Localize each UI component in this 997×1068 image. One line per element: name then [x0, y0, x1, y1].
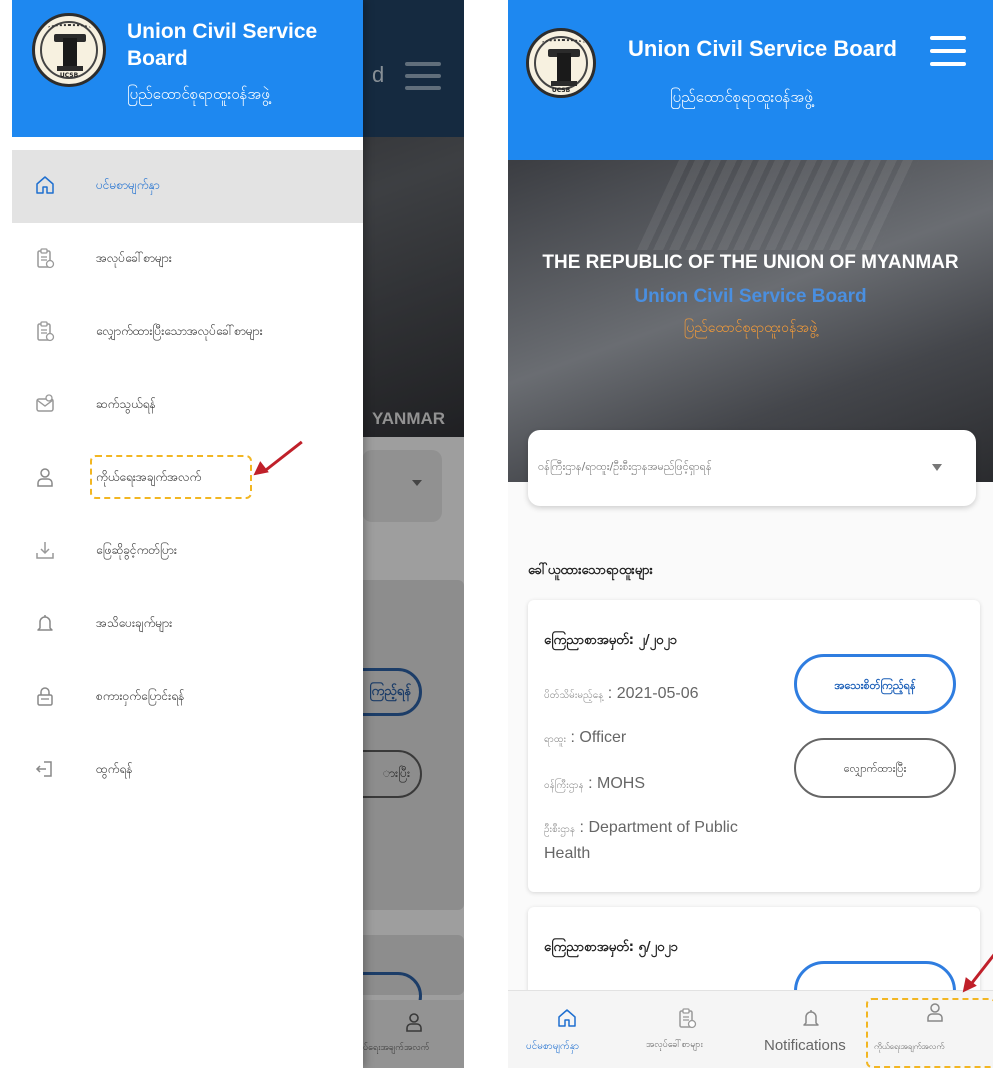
- applied-label: လျှောက်ထားပြီး: [843, 762, 907, 775]
- clipboard-icon: [34, 247, 58, 271]
- menu-item-job-calls[interactable]: အလုပ်ခေါ်စာများ: [12, 223, 363, 296]
- menu-item-label: အသိပေးချက်များ: [96, 616, 173, 630]
- ministry-field: ဝန်ကြီးဌာန : MOHS: [544, 775, 645, 792]
- menu-item-label: ဖြေဆိုခွင့်ကတ်ပြား: [96, 543, 177, 557]
- menu-item-change-password[interactable]: စကားဝှက်ပြောင်းရန်: [12, 661, 363, 734]
- menu-item-notifications[interactable]: အသိပေးချက်များ: [12, 588, 363, 661]
- logo-text: UCSB: [59, 72, 79, 79]
- job-card-title: ကြေညာစာအမှတ်: ၅/၂၀၂၁: [544, 940, 678, 955]
- nav-job-calls[interactable]: အလုပ်ခေါ်စာများ: [628, 991, 746, 1068]
- ucsb-logo: UCSB: [526, 28, 596, 98]
- menu-item-label: လျှောက်ထားပြီးသောအလုပ်ခေါ်စာများ: [96, 324, 263, 338]
- menu-item-admit-card[interactable]: ဖြေဆိုခွင့်ကတ်ပြား: [12, 515, 363, 588]
- chevron-down-icon: [932, 464, 942, 471]
- menu-item-contact[interactable]: ဆက်သွယ်ရန်: [12, 369, 363, 442]
- hero-line-2: Union Civil Service Board: [634, 286, 867, 307]
- home-icon: [34, 174, 58, 198]
- menu-item-label: စကားဝှက်ပြောင်းရန်: [96, 689, 185, 703]
- field-value: Officer: [579, 729, 627, 746]
- job-card-title: ကြေညာစာအမှတ်: ၂/၂၀၂၁: [544, 633, 678, 648]
- clipboard-icon: [676, 1007, 698, 1029]
- keyboard-graphic: [637, 160, 919, 250]
- view-details-button[interactable]: အသေးစိတ်ကြည့်ရန်: [794, 654, 956, 714]
- drawer-subtitle: ပြည်ထောင်စုရာထူးဝန်အဖွဲ့: [127, 85, 270, 103]
- menu-item-logout[interactable]: ထွက်ရန်: [12, 734, 363, 807]
- app-header: UCSB Union Civil Service Board ပြည်ထောင်…: [508, 0, 993, 160]
- logout-icon: [34, 758, 58, 782]
- right-screen: UCSB Union Civil Service Board ပြည်ထောင်…: [508, 0, 993, 1068]
- ucsb-logo: UCSB: [32, 13, 106, 87]
- department-field: ဦးစီးဌာန : Department of Public Health: [544, 819, 738, 862]
- field-value: 2021-05-06: [616, 685, 699, 702]
- nav-home-label: ပင်မစာမျက်နှာ: [526, 1041, 580, 1052]
- navigation-drawer: UCSB Union Civil Service Board ပြည်ထောင်…: [12, 0, 363, 1068]
- job-card: ကြေညာစာအမှတ်: ၂/၂၀၂၁ ပိတ်သိမ်းမည့်နေ့ : …: [528, 600, 980, 892]
- field-key: ဝန်ကြီးဌာန: [544, 780, 584, 791]
- contact-icon: [34, 393, 58, 417]
- applied-button[interactable]: လျှောက်ထားပြီး: [794, 738, 956, 798]
- nav-notifications[interactable]: Notifications: [758, 991, 868, 1068]
- logo-text: UCSB: [551, 87, 571, 94]
- hamburger-menu-icon[interactable]: [930, 36, 966, 75]
- closing-date-field: ပိတ်သိမ်းမည့်နေ့ : 2021-05-06: [544, 685, 699, 702]
- lock-icon: [34, 685, 58, 709]
- app-subtitle: ပြည်ထောင်စုရာထူးဝန်အဖွဲ့: [670, 88, 813, 106]
- download-icon: [34, 539, 58, 563]
- highlight-profile-box: [90, 455, 252, 499]
- app-title: Union Civil Service Board: [628, 36, 897, 61]
- field-value: MOHS: [596, 775, 645, 792]
- search-placeholder: ဝန်ကြီးဌာန/ရာထူး/ဦးစီးဌာနအမည်ဖြင့်ရှာရန်: [538, 460, 712, 473]
- hero-line-1: THE REPUBLIC OF THE UNION OF MYANMAR: [542, 252, 959, 273]
- field-key: ဦးစီးဌာန: [544, 824, 576, 835]
- section-title: ခေါ်ယူထားသောရာထူးများ: [528, 563, 653, 578]
- menu-item-label: အလုပ်ခေါ်စာများ: [96, 251, 172, 265]
- user-icon: [34, 466, 58, 490]
- bell-icon: [34, 612, 58, 636]
- clipboard-check-icon: [34, 320, 58, 344]
- menu-item-label: ထွက်ရန်: [96, 762, 133, 776]
- nav-home[interactable]: ပင်မစာမျက်နှာ: [508, 991, 626, 1068]
- drawer-title: Union Civil Service Board: [127, 20, 318, 70]
- left-screen: d YANMAR ကြည့်ရန် ားပြီး ပ်ရေးအချက်အလက် …: [12, 0, 464, 1068]
- menu-item-label: ဆက်သွယ်ရန်: [96, 397, 156, 411]
- field-key: ရာထူး: [544, 734, 567, 745]
- bell-icon: [800, 1007, 822, 1029]
- field-key: ပိတ်သိမ်းမည့်နေ့: [544, 690, 604, 701]
- menu-item-label: ပင်မစာမျက်နှာ: [96, 178, 160, 192]
- drawer-header: UCSB Union Civil Service Board ပြည်ထောင်…: [12, 0, 363, 137]
- nav-notifications-label: Notifications: [764, 1037, 846, 1054]
- search-select[interactable]: ဝန်ကြီးဌာန/ရာထူး/ဦးစီးဌာနအမည်ဖြင့်ရှာရန်: [528, 430, 976, 506]
- nav-job-calls-label: အလုပ်ခေါ်စာများ: [646, 1040, 703, 1050]
- view-details-label: အသေးစိတ်ကြည့်ရန်: [834, 679, 916, 692]
- home-icon: [556, 1007, 578, 1029]
- position-field: ရာထူး : Officer: [544, 729, 627, 746]
- menu-item-applied-jobs[interactable]: လျှောက်ထားပြီးသောအလုပ်ခေါ်စာများ: [12, 296, 363, 369]
- highlight-profile-nav-box: [866, 998, 993, 1068]
- hero-line-3: ပြည်ထောင်စုရာထူးဝန်အဖွဲ့: [683, 320, 818, 336]
- menu-item-home[interactable]: ပင်မစာမျက်နှာ: [12, 150, 363, 223]
